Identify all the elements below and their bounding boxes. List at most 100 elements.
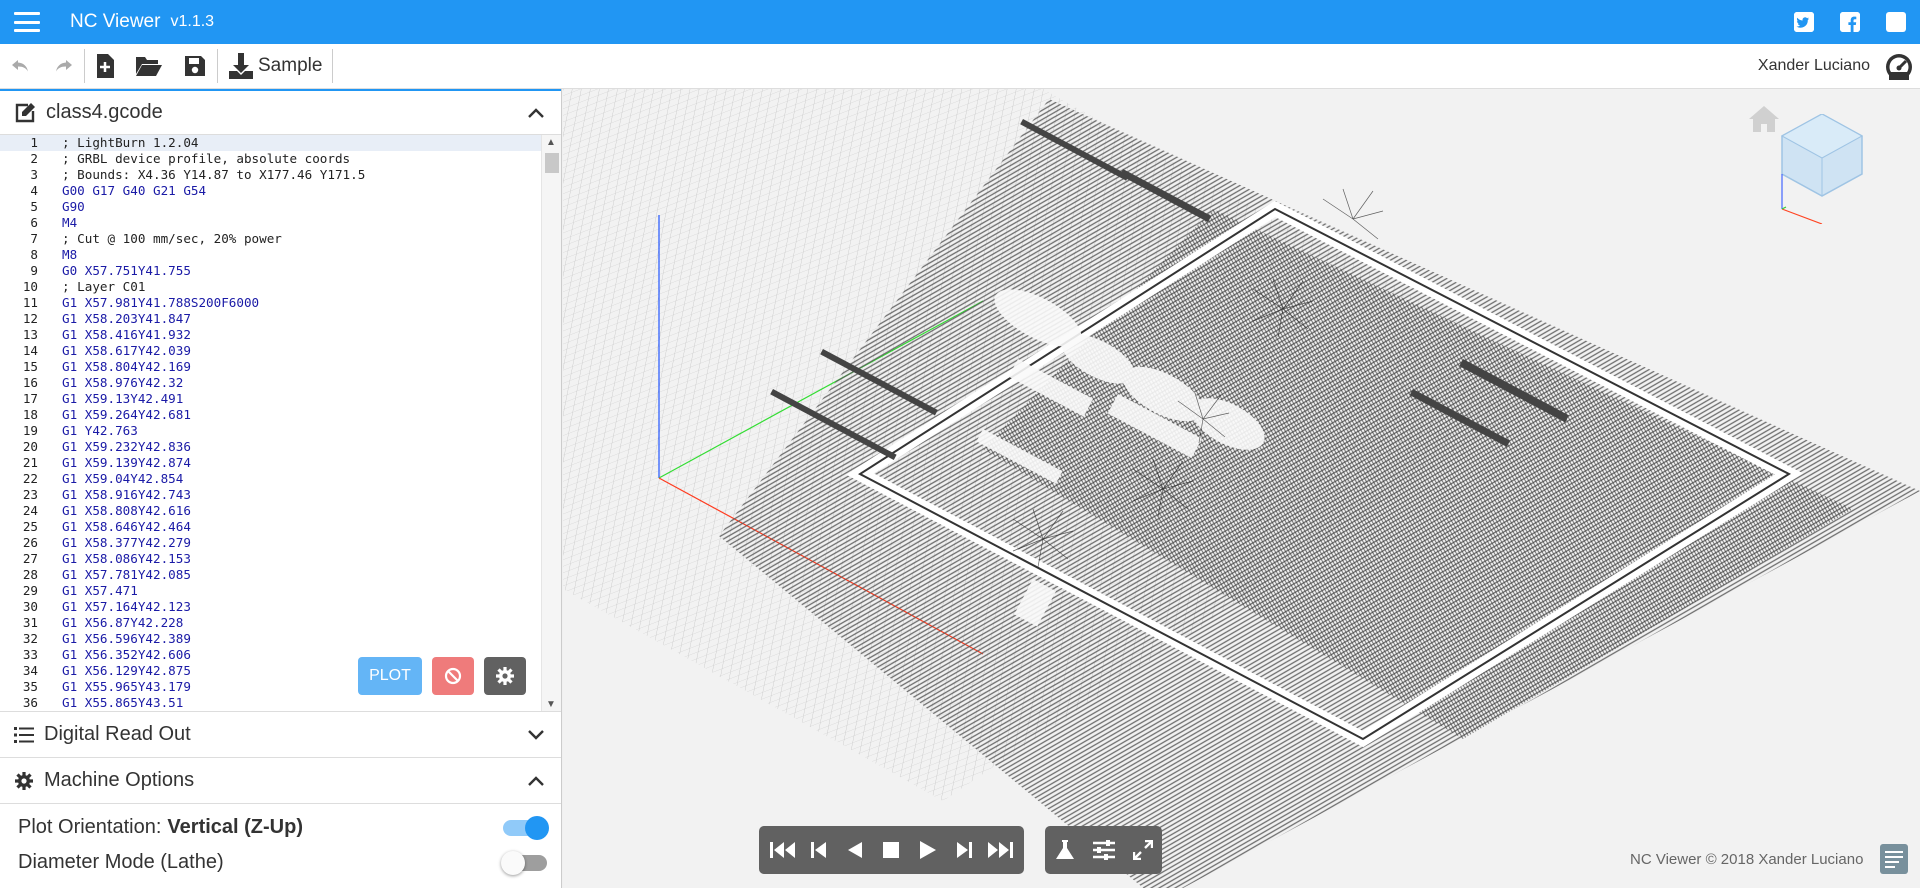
plot-button[interactable]: PLOT — [358, 657, 422, 695]
new-file-button[interactable] — [85, 44, 125, 89]
diameter-mode-toggle[interactable] — [501, 850, 547, 875]
hamburger-menu-icon[interactable] — [14, 12, 40, 32]
scrollbar-thumb[interactable] — [545, 153, 559, 173]
line-number: 22 — [22, 471, 38, 486]
code-line[interactable]: 28 G1 X57.781Y42.085 — [0, 567, 542, 583]
view-tools — [1045, 826, 1162, 874]
code-line[interactable]: 29 G1 X57.471 — [0, 583, 542, 599]
save-file-button[interactable] — [173, 44, 217, 89]
code-line[interactable]: 3 ; Bounds: X4.36 Y14.87 to X177.46 Y171.… — [0, 167, 542, 183]
code-line[interactable]: 32 G1 X56.596Y42.389 — [0, 631, 542, 647]
toolpath-render[interactable] — [563, 89, 1920, 888]
editor-panel-header[interactable]: class4.gcode — [0, 89, 561, 135]
code-line[interactable]: 19 G1 Y42.763 — [0, 423, 542, 439]
chevron-down-icon[interactable] — [527, 729, 545, 741]
stop-icon — [883, 842, 900, 858]
line-text: G1 X56.352Y42.606 — [62, 647, 191, 662]
redo-button[interactable] — [42, 44, 84, 89]
code-line[interactable]: 30 G1 X57.164Y42.123 — [0, 599, 542, 615]
code-line[interactable]: 15 G1 X58.804Y42.169 — [0, 359, 542, 375]
code-line[interactable]: 12 G1 X58.203Y41.847 — [0, 311, 542, 327]
step-forward-button[interactable] — [949, 835, 979, 865]
clear-button[interactable] — [432, 657, 474, 695]
3d-viewport[interactable] — [563, 89, 1920, 888]
code-line[interactable]: 16 G1 X58.976Y42.32 — [0, 375, 542, 391]
console-log-icon[interactable] — [1879, 843, 1909, 875]
folder-open-icon — [136, 57, 162, 76]
code-line[interactable]: 6 M4 — [0, 215, 542, 231]
scroll-down-icon[interactable]: ▼ — [546, 699, 556, 710]
code-line[interactable]: 2 ; GRBL device profile, absolute coords — [0, 151, 542, 167]
line-text: G1 X58.416Y41.932 — [62, 327, 191, 342]
facebook-icon[interactable] — [1840, 12, 1860, 32]
line-number: 30 — [22, 599, 38, 614]
line-text: ; LightBurn 1.2.04 — [62, 135, 199, 150]
code-line[interactable]: 9 G0 X57.751Y41.755 — [0, 263, 542, 279]
sample-button[interactable]: Sample — [218, 44, 332, 89]
code-lines: 1 ; LightBurn 1.2.04 2 ; GRBL device profil… — [0, 135, 542, 711]
chevron-up-icon[interactable] — [527, 107, 545, 119]
line-text: M4 — [62, 215, 78, 230]
play-button[interactable] — [913, 835, 943, 865]
settings-button[interactable] — [484, 657, 526, 695]
code-line[interactable]: 11 G1 X57.981Y41.788S200F6000 — [0, 295, 542, 311]
scroll-up-icon[interactable]: ▲ — [546, 137, 556, 148]
code-line[interactable]: 10 ; Layer C01 — [0, 279, 542, 295]
code-line[interactable]: 17 G1 X59.13Y42.491 — [0, 391, 542, 407]
code-line[interactable]: 27 G1 X58.086Y42.153 — [0, 551, 542, 567]
editor-scrollbar[interactable]: ▲ ▼ — [541, 135, 561, 711]
gcode-editor[interactable]: 1 ; LightBurn 1.2.04 2 ; GRBL device profil… — [0, 135, 561, 712]
view-cube[interactable] — [1772, 113, 1872, 229]
line-text: G1 X57.471 — [62, 583, 138, 598]
code-line[interactable]: 21 G1 X59.139Y42.874 — [0, 455, 542, 471]
step-back-button[interactable] — [804, 835, 834, 865]
line-text: ; Layer C01 — [62, 279, 146, 294]
code-line[interactable]: 5 G90 — [0, 199, 542, 215]
last-frame-button[interactable] — [985, 835, 1015, 865]
code-line[interactable]: 26 G1 X58.377Y42.279 — [0, 535, 542, 551]
code-line[interactable]: 18 G1 X59.264Y42.681 — [0, 407, 542, 423]
view-settings-button[interactable] — [1089, 835, 1119, 865]
code-line[interactable]: 14 G1 X58.617Y42.039 — [0, 343, 542, 359]
instagram-icon[interactable] — [1886, 12, 1906, 32]
code-line[interactable]: 1 ; LightBurn 1.2.04 — [0, 135, 542, 151]
twitter-icon[interactable] — [1794, 12, 1814, 32]
code-line[interactable]: 23 G1 X58.916Y42.743 — [0, 487, 542, 503]
line-number: 12 — [22, 311, 38, 326]
plot-orientation-toggle[interactable] — [503, 815, 549, 840]
undo-button[interactable] — [0, 44, 42, 89]
sample-button-label: Sample — [258, 55, 323, 76]
dro-panel-header[interactable]: Digital Read Out — [0, 712, 561, 758]
step-forward-icon — [956, 842, 972, 858]
code-line[interactable]: 20 G1 X59.232Y42.836 — [0, 439, 542, 455]
first-frame-button[interactable] — [768, 835, 798, 865]
stop-button[interactable] — [876, 835, 906, 865]
code-line[interactable]: 31 G1 X56.87Y42.228 — [0, 615, 542, 631]
ban-icon — [444, 667, 462, 685]
code-line[interactable]: 13 G1 X58.416Y41.932 — [0, 327, 542, 343]
code-line[interactable]: 25 G1 X58.646Y42.464 — [0, 519, 542, 535]
toolbar-divider — [332, 49, 334, 83]
code-line[interactable]: 22 G1 X59.04Y42.854 — [0, 471, 542, 487]
line-number: 25 — [22, 519, 38, 534]
fullscreen-button[interactable] — [1128, 835, 1158, 865]
chevron-up-icon[interactable] — [527, 775, 545, 787]
code-line[interactable]: 24 G1 X58.808Y42.616 — [0, 503, 542, 519]
simulate-button[interactable] — [1050, 835, 1080, 865]
editor-actions: PLOT — [358, 657, 526, 695]
open-file-button[interactable] — [125, 44, 173, 89]
code-line[interactable]: 4 G00 G17 G40 G21 G54 — [0, 183, 542, 199]
line-number: 11 — [22, 295, 38, 310]
playback-controls — [759, 826, 1024, 874]
gear-icon — [496, 667, 514, 685]
code-line[interactable]: 7 ; Cut @ 100 mm/sec, 20% power — [0, 231, 542, 247]
code-line[interactable]: 36 G1 X55.865Y43.51 — [0, 695, 542, 711]
step-backward-icon — [811, 842, 827, 858]
code-line[interactable]: 8 M8 — [0, 247, 542, 263]
gauge-icon[interactable] — [1884, 51, 1914, 81]
diameter-mode-row: Diameter Mode (Lathe) — [0, 845, 561, 880]
line-number: 19 — [22, 423, 38, 438]
reverse-button[interactable] — [840, 835, 870, 865]
machine-options-header[interactable]: Machine Options — [0, 758, 561, 804]
line-text: G1 X57.981Y41.788S200F6000 — [62, 295, 260, 310]
